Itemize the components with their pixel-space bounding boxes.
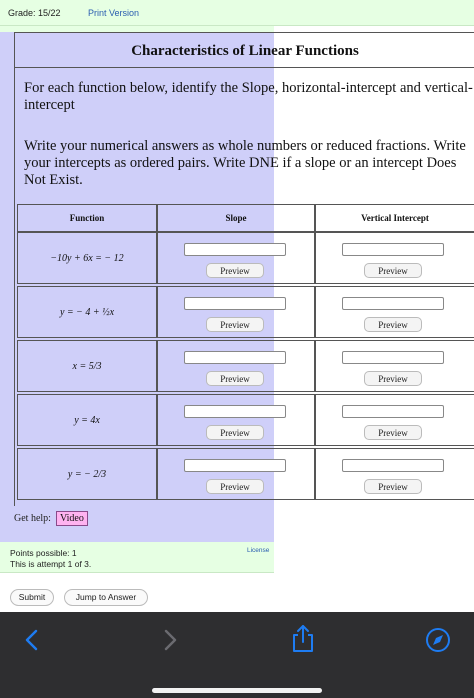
vertical-intercept-preview-button[interactable]: Preview [364,371,422,386]
question-panel: Characteristics of Linear Functions For … [14,32,474,506]
points-possible-text: Points possible: 1 [10,548,77,558]
video-help-button[interactable]: Video [56,511,88,526]
forward-icon[interactable] [160,628,180,652]
get-help-label: Get help: [14,513,51,524]
vertical-intercept-cell: Preview [315,232,474,284]
vertical-intercept-cell: Preview [315,286,474,338]
jump-to-answer-button[interactable]: Jump to Answer [64,589,148,606]
column-header-slope: Slope [157,204,315,232]
vertical-intercept-input[interactable] [342,243,444,256]
compass-icon[interactable] [424,626,452,654]
slope-cell: Preview [157,394,315,446]
instruction-paragraph-2: Write your numerical answers as whole nu… [24,138,466,188]
table-row-function: −10y + 6x = − 12 [17,232,157,284]
question-title: Characteristics of Linear Functions [15,32,474,68]
license-link[interactable]: License [247,547,269,554]
attempt-text: This is attempt 1 of 3. [10,559,92,569]
vertical-intercept-cell: Preview [315,448,474,500]
column-header-function: Function [17,204,157,232]
vertical-intercept-preview-button[interactable]: Preview [364,317,422,332]
slope-preview-button[interactable]: Preview [206,425,264,440]
vertical-intercept-input[interactable] [342,297,444,310]
table-row-function: y = − 2/3 [17,448,157,500]
slope-input[interactable] [184,459,286,472]
slope-cell: Preview [157,340,315,392]
home-indicator [152,688,322,693]
slope-input[interactable] [184,243,286,256]
share-icon[interactable] [290,624,316,654]
vertical-intercept-input[interactable] [342,459,444,472]
slope-cell: Preview [157,448,315,500]
slope-input[interactable] [184,297,286,310]
column-header-vertical-intercept: Vertical Intercept [315,204,474,232]
table-row-function: y = 4x [17,394,157,446]
vertical-intercept-input[interactable] [342,405,444,418]
vertical-intercept-input[interactable] [342,351,444,364]
slope-cell: Preview [157,232,315,284]
back-icon[interactable] [22,628,42,652]
vertical-intercept-preview-button[interactable]: Preview [364,479,422,494]
print-version-link[interactable]: Print Version [88,8,139,18]
top-status-bar: Grade: 15/22 Print Version [0,0,474,26]
submit-button[interactable]: Submit [10,589,54,606]
slope-preview-button[interactable]: Preview [206,479,264,494]
vertical-intercept-cell: Preview [315,340,474,392]
vertical-intercept-cell: Preview [315,394,474,446]
slope-preview-button[interactable]: Preview [206,263,264,278]
slope-preview-button[interactable]: Preview [206,371,264,386]
table-row-function: x = 5/3 [17,340,157,392]
points-panel: Points possible: 1 This is attempt 1 of … [0,542,274,573]
vertical-intercept-preview-button[interactable]: Preview [364,425,422,440]
slope-input[interactable] [184,405,286,418]
slope-preview-button[interactable]: Preview [206,317,264,332]
browser-toolbar [0,612,474,698]
vertical-intercept-preview-button[interactable]: Preview [364,263,422,278]
slope-input[interactable] [184,351,286,364]
table-row-function: y = − 4 + ½x [17,286,157,338]
slope-cell: Preview [157,286,315,338]
grade-text: Grade: 15/22 [8,8,61,18]
instruction-paragraph-1: For each function below, identify the Sl… [24,80,473,113]
